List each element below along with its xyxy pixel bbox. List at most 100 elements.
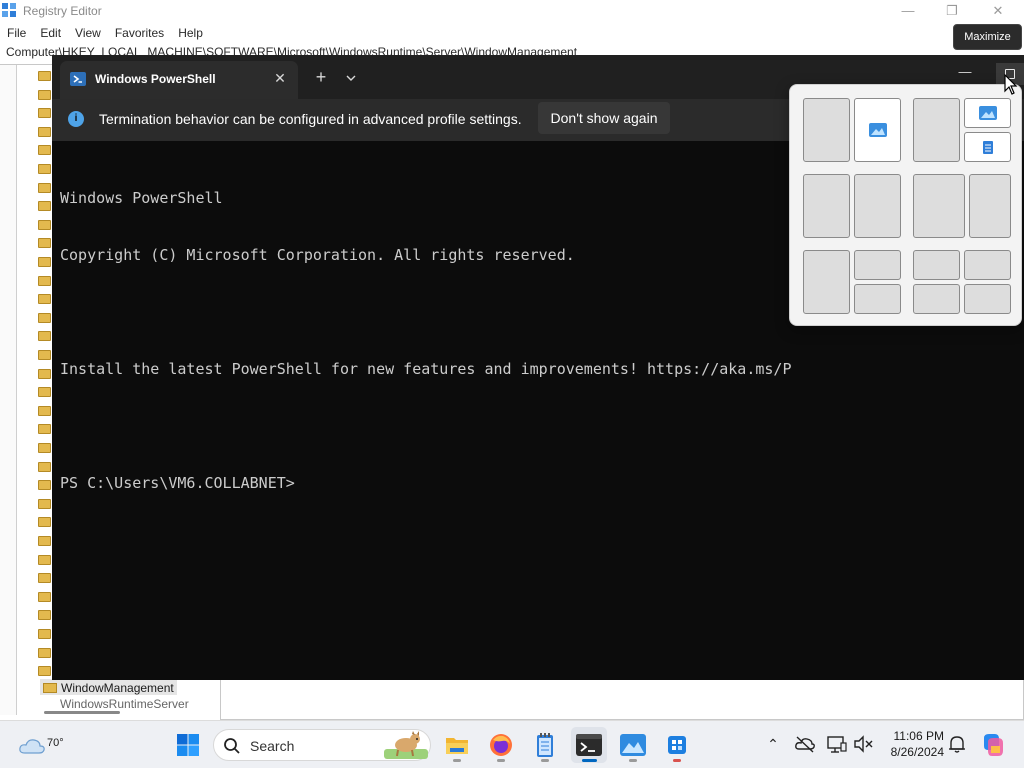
display-icon[interactable] xyxy=(826,733,848,755)
taskbar-notepad[interactable] xyxy=(527,727,563,763)
folder-icon xyxy=(38,666,51,677)
snap-zone-right-half[interactable] xyxy=(854,98,901,162)
photos-icon xyxy=(869,123,887,137)
folder-icon xyxy=(38,219,51,230)
chevron-up-icon[interactable]: ⌃ xyxy=(762,733,784,755)
sound-muted-icon[interactable] xyxy=(852,733,874,755)
tree-vertical-scrollbar[interactable] xyxy=(0,65,17,715)
registry-editor-title: Registry Editor xyxy=(23,4,102,18)
snap-zone-bottom-right[interactable] xyxy=(964,132,1011,162)
folder-icon xyxy=(38,610,51,621)
new-tab-icon[interactable]: + xyxy=(310,67,332,89)
taskbar-terminal[interactable] xyxy=(571,727,607,763)
copilot-icon[interactable] xyxy=(980,732,1006,758)
folder-icon xyxy=(43,682,57,693)
snap-zone-bottom-right[interactable] xyxy=(854,284,901,314)
running-indicator xyxy=(541,759,549,762)
powershell-icon xyxy=(70,72,86,86)
azure-devops-icon xyxy=(668,736,686,754)
taskbar-clock[interactable]: 11:06 PM 8/26/2024 xyxy=(882,728,944,760)
folder-icon xyxy=(38,591,51,602)
maximize-tooltip: Maximize xyxy=(953,24,1022,50)
snap-zone-left-half[interactable] xyxy=(803,250,850,314)
search-icon xyxy=(224,738,240,754)
snap-zone-top-left[interactable] xyxy=(913,250,960,280)
search-highlight-icon xyxy=(384,731,428,759)
snap-zone-top-right[interactable] xyxy=(964,250,1011,280)
close-icon[interactable]: ✕ xyxy=(987,2,1009,20)
snap-zone-top-right[interactable] xyxy=(964,98,1011,128)
tree-item-label: WindowManagement xyxy=(61,680,174,695)
photos-icon xyxy=(979,106,997,120)
snap-zone-right-half[interactable] xyxy=(854,174,901,238)
dont-show-again-button[interactable]: Don't show again xyxy=(538,102,670,134)
menu-favorites[interactable]: Favorites xyxy=(108,24,171,42)
taskbar-file-explorer[interactable] xyxy=(439,727,475,763)
chevron-down-icon[interactable] xyxy=(340,67,362,89)
folder-icon xyxy=(38,164,51,174)
registry-values-pane[interactable] xyxy=(220,678,1024,720)
file-explorer-icon xyxy=(446,738,468,754)
notepad-icon xyxy=(983,141,993,154)
restore-icon[interactable]: ❐ xyxy=(941,2,963,20)
info-icon: i xyxy=(68,111,84,127)
folder-icon xyxy=(38,405,51,416)
start-button[interactable] xyxy=(170,727,206,763)
minimize-icon[interactable]: — xyxy=(897,2,919,20)
active-indicator xyxy=(582,759,597,762)
snap-zone-left-half[interactable] xyxy=(803,174,850,238)
tab-windows-powershell[interactable]: Windows PowerShell ✕ xyxy=(60,61,298,99)
folder-icon xyxy=(38,350,51,360)
folder-icon xyxy=(38,573,51,584)
tree-horizontal-scrollbar[interactable] xyxy=(44,711,120,714)
menu-view[interactable]: View xyxy=(68,24,108,42)
registry-editor-icon xyxy=(2,3,16,17)
running-indicator xyxy=(497,759,505,762)
folder-icon xyxy=(38,294,51,305)
taskbar-photos[interactable] xyxy=(615,727,651,763)
clock-time: 11:06 PM xyxy=(893,729,944,743)
registry-editor-titlebar[interactable]: Registry Editor — ❐ ✕ xyxy=(0,0,1024,22)
tab-title: Windows PowerShell xyxy=(95,72,216,86)
taskbar-firefox[interactable] xyxy=(483,727,519,763)
menu-file[interactable]: File xyxy=(0,24,33,42)
snap-zone-left-wide[interactable] xyxy=(913,174,965,238)
tree-item-selected[interactable]: WindowManagement xyxy=(40,679,177,695)
snap-zone-bottom-right[interactable] xyxy=(964,284,1011,314)
firefox-icon xyxy=(490,734,512,756)
snap-zone-left-half[interactable] xyxy=(803,98,850,162)
taskbar-search-box[interactable]: Search xyxy=(213,729,431,761)
weather-widget[interactable]: 70° xyxy=(16,729,64,763)
tree-item-next[interactable]: WindowsRuntimeServer xyxy=(60,697,189,711)
folder-icon xyxy=(38,331,51,342)
snap-layouts-flyout xyxy=(789,84,1022,326)
close-tab-icon[interactable]: ✕ xyxy=(270,68,290,88)
folder-icon xyxy=(38,424,51,435)
folder-icon xyxy=(38,647,51,658)
folder-icon xyxy=(38,145,51,156)
menu-help[interactable]: Help xyxy=(171,24,210,42)
folder-icon xyxy=(38,238,51,249)
folder-icon xyxy=(38,629,51,639)
snap-zone-top-right[interactable] xyxy=(854,250,901,280)
menu-edit[interactable]: Edit xyxy=(33,24,68,42)
folder-icon xyxy=(38,126,51,137)
windows-start-icon xyxy=(177,734,199,756)
folder-icon xyxy=(38,275,51,286)
console-line: Install the latest PowerShell for new fe… xyxy=(60,360,792,378)
running-indicator xyxy=(453,759,461,762)
snap-zone-left-half[interactable] xyxy=(913,98,960,162)
cloud-offline-icon[interactable] xyxy=(794,733,816,755)
taskbar-azure-devops[interactable] xyxy=(659,727,695,763)
notification-bell-icon[interactable] xyxy=(946,733,968,755)
folder-icon xyxy=(38,257,51,267)
clock-date: 8/26/2024 xyxy=(890,745,944,759)
folder-icon xyxy=(38,536,51,546)
snap-zone-right-narrow[interactable] xyxy=(969,174,1011,238)
folder-icon xyxy=(38,71,51,81)
minimize-icon[interactable]: — xyxy=(950,63,980,85)
folder-icon xyxy=(38,517,51,528)
info-message: Termination behavior can be configured i… xyxy=(99,111,522,127)
snap-zone-bottom-left[interactable] xyxy=(913,284,960,314)
taskbar: 70° Search ⌃ 11:06 PM 8/26/2024 xyxy=(0,720,1024,768)
